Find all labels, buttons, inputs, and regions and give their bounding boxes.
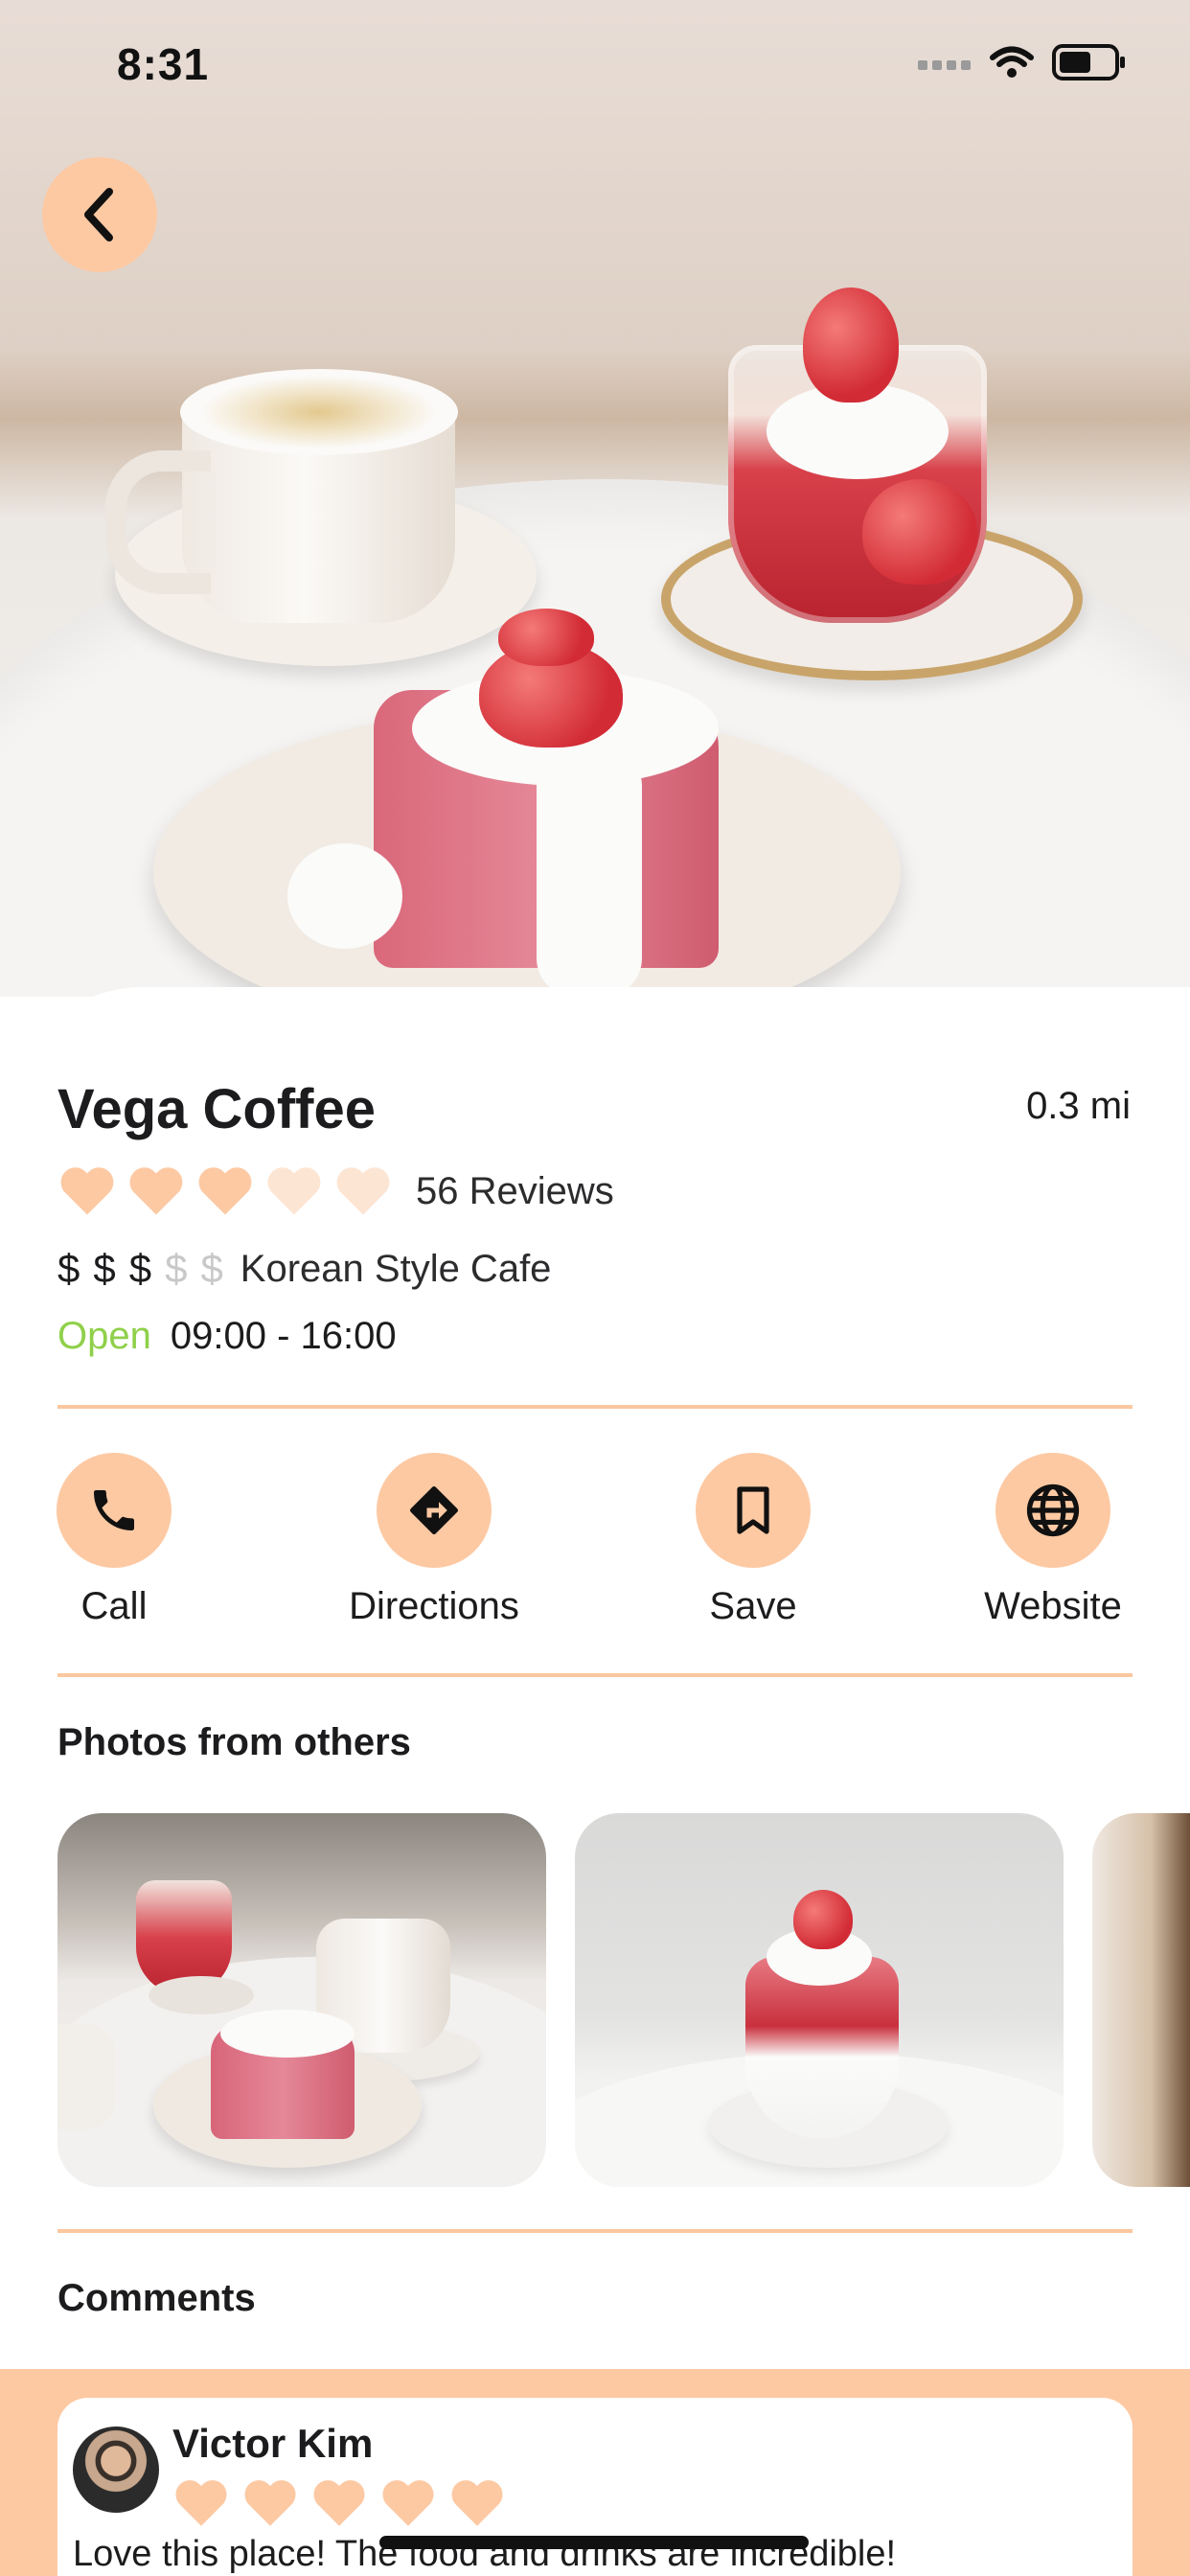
status-time: 8:31	[117, 39, 210, 89]
save-circle[interactable]	[696, 1453, 811, 1568]
comments-section-title: Comments	[57, 2277, 256, 2319]
place-title: Vega Coffee	[57, 1078, 376, 1140]
bookmark-icon	[737, 1486, 769, 1534]
price-symbol-active: $	[128, 1246, 152, 1291]
heart-filled-icon	[382, 2480, 434, 2526]
category-label: Korean Style Cafe	[240, 1247, 552, 1290]
heart-empty-icon	[336, 1167, 390, 1215]
price-symbol-active: $	[57, 1246, 80, 1291]
heart-filled-icon	[60, 1167, 114, 1215]
hours-row: Open 09:00 - 16:00	[57, 1315, 397, 1358]
photo-thumbnail[interactable]	[57, 1813, 546, 2187]
parfait-strawberry	[803, 288, 899, 402]
phone-icon	[94, 1490, 134, 1530]
battery-icon	[1052, 44, 1125, 80]
photo-thumbnail[interactable]	[575, 1813, 1064, 2187]
parfait-strawberry	[862, 479, 977, 585]
comment-author: Victor Kim	[172, 2421, 374, 2466]
call-button[interactable]: Call	[9, 1453, 219, 1628]
hero-photo	[0, 0, 1190, 997]
reviews-count[interactable]: 56 Reviews	[416, 1170, 614, 1213]
photo-strawberry	[793, 1890, 853, 1949]
photo-saucer	[149, 1976, 254, 2014]
price-symbol-inactive: $	[165, 1246, 188, 1291]
signal-icon	[918, 60, 971, 70]
photo-thumbnail[interactable]	[1092, 1813, 1190, 2187]
heart-filled-icon	[175, 2480, 227, 2526]
globe-icon	[1026, 1484, 1080, 1537]
heart-filled-icon	[198, 1167, 252, 1215]
rating-hearts	[57, 1162, 402, 1221]
price-symbol-inactive: $	[200, 1246, 223, 1291]
cake-cream-drip	[537, 748, 642, 997]
rating-row: 56 Reviews	[57, 1162, 614, 1221]
save-button[interactable]: Save	[648, 1453, 858, 1628]
comment-rating-hearts	[172, 2474, 517, 2532]
directions-label: Directions	[349, 1585, 519, 1627]
cake-strawberry	[498, 609, 594, 666]
divider	[57, 2229, 1133, 2233]
chevron-left-icon	[84, 188, 113, 242]
photo-cup	[57, 2024, 115, 2129]
wifi-icon	[990, 46, 1034, 78]
comment-card[interactable]: Victor Kim Love this place! The food and…	[57, 2398, 1133, 2576]
status-icons	[918, 44, 1127, 80]
website-button[interactable]: Website	[948, 1453, 1158, 1628]
heart-filled-icon	[129, 1167, 183, 1215]
price-symbol-active: $	[93, 1246, 116, 1291]
photo-cream	[220, 2010, 355, 2058]
avatar[interactable]	[73, 2426, 159, 2513]
back-button[interactable]	[42, 157, 157, 272]
photos-section-title: Photos from others	[57, 1721, 411, 1763]
price-row: $ $ $ $ $ Korean Style Cafe	[57, 1246, 551, 1292]
home-indicator[interactable]	[379, 2536, 809, 2549]
directions-circle[interactable]	[377, 1453, 492, 1568]
cup-handle	[105, 450, 211, 594]
price-level: $ $ $ $ $	[57, 1246, 237, 1292]
website-circle[interactable]	[995, 1453, 1110, 1568]
divider	[57, 1405, 1133, 1409]
heart-empty-icon	[267, 1167, 321, 1215]
directions-icon	[410, 1486, 458, 1534]
directions-button[interactable]: Directions	[329, 1453, 539, 1628]
call-circle[interactable]	[57, 1453, 172, 1568]
distance-label: 0.3 mi	[1026, 1085, 1131, 1127]
open-status: Open	[57, 1315, 151, 1357]
save-label: Save	[709, 1585, 797, 1627]
cake-cream-side	[287, 843, 402, 949]
website-label: Website	[984, 1585, 1122, 1627]
divider	[57, 1673, 1133, 1677]
details-sheet	[0, 987, 1190, 2576]
heart-filled-icon	[244, 2480, 296, 2526]
opening-hours: 09:00 - 16:00	[170, 1315, 397, 1357]
heart-filled-icon	[313, 2480, 365, 2526]
heart-filled-icon	[451, 2480, 503, 2526]
call-label: Call	[80, 1585, 148, 1627]
coffee-foam	[180, 369, 458, 455]
